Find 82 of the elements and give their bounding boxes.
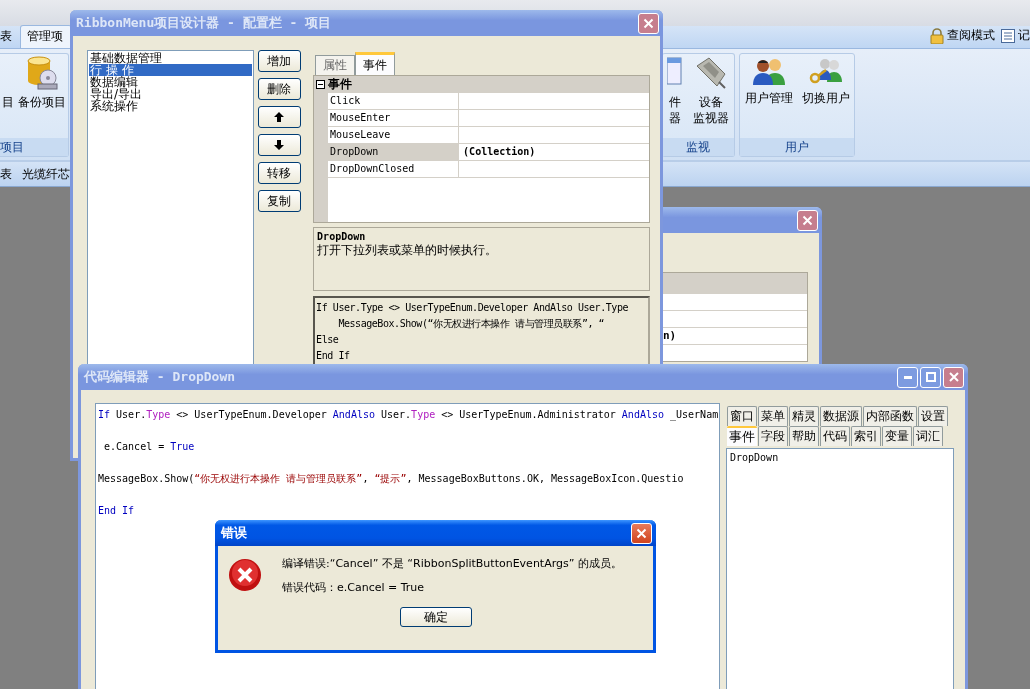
window-title: RibbonMenu项目设计器 - 配置栏 - 项目 bbox=[76, 14, 332, 32]
close-icon bbox=[636, 527, 647, 539]
minimize-icon bbox=[903, 375, 912, 379]
ribbon-button[interactable]: 用户管理 bbox=[743, 56, 794, 106]
tab[interactable]: 事件 bbox=[727, 426, 757, 446]
lock-icon bbox=[930, 27, 944, 44]
close-icon bbox=[643, 17, 654, 29]
button[interactable]: 增加 bbox=[257, 50, 302, 72]
tab[interactable]: 代码 bbox=[820, 426, 850, 446]
ribbon-button[interactable]: 切换用户 bbox=[800, 56, 851, 106]
ribbon-button[interactable]: 设备 监视器 bbox=[692, 56, 730, 126]
button[interactable]: 复制 bbox=[257, 190, 302, 212]
error-code: 错误代码：e.Cancel = True bbox=[282, 580, 426, 595]
property-name[interactable]: MouseEnter bbox=[328, 110, 460, 126]
dialog-title: 错误 bbox=[221, 524, 247, 542]
tab[interactable]: 索引 bbox=[851, 426, 881, 446]
users-key-icon bbox=[808, 56, 843, 86]
tab[interactable]: 设置 bbox=[918, 406, 948, 426]
ribbon-tab[interactable]: 表 bbox=[0, 25, 20, 48]
tab[interactable]: 数据源 bbox=[820, 406, 862, 426]
database-disc-icon bbox=[26, 56, 58, 90]
tab[interactable]: 窗口 bbox=[727, 406, 757, 426]
property-name[interactable]: Click bbox=[328, 93, 460, 109]
move-up-button[interactable] bbox=[257, 106, 302, 128]
down-arrow-icon bbox=[274, 140, 285, 150]
tab[interactable]: 菜单 bbox=[758, 406, 788, 426]
up-arrow-icon bbox=[274, 112, 285, 122]
move-down-button[interactable] bbox=[257, 134, 302, 156]
code-line: MessageBox.Show(“你无权进行本操作 请与管理员联系”, “ bbox=[337, 317, 606, 331]
button[interactable]: 转移 bbox=[257, 162, 302, 184]
code-line: End If bbox=[316, 349, 351, 363]
document-tab[interactable]: 表 bbox=[0, 165, 12, 183]
close-button[interactable] bbox=[631, 522, 652, 544]
code-line: If User.Type <> UserTypeEnum.Developer AndAlso User.Type bbox=[316, 301, 630, 315]
ok-button[interactable]: 确定 bbox=[399, 607, 472, 627]
list-item[interactable]: 数据编辑 bbox=[89, 76, 252, 88]
document-tab[interactable]: 光缆纤芯 bbox=[22, 165, 70, 183]
code-line: End If bbox=[98, 504, 135, 518]
close-icon bbox=[802, 214, 813, 226]
description-text: 打开下拉列表或菜单的时候执行。 bbox=[317, 242, 499, 259]
tab[interactable]: 精灵 bbox=[789, 406, 819, 426]
code-line: Else bbox=[316, 333, 340, 347]
code-line: If User.Type <> UserTypeEnum.Developer AndAlso User.Type <> UserTypeEnum.Administrator AndAlso _UserNam bbox=[98, 408, 719, 423]
ribbon-button[interactable]: 备份项目 bbox=[17, 56, 67, 110]
group-label: 项目 bbox=[0, 138, 68, 156]
list-icon bbox=[1001, 28, 1015, 43]
collapse-icon[interactable] bbox=[316, 80, 326, 89]
header-link[interactable]: 记 bbox=[1001, 27, 1030, 44]
property-name[interactable]: DropDownClosed bbox=[328, 161, 460, 177]
button[interactable]: 删除 bbox=[257, 78, 302, 100]
property-value: (Collection) bbox=[463, 146, 536, 157]
list-item[interactable]: 基础数据管理 bbox=[89, 52, 252, 64]
category-label: 事件 bbox=[328, 76, 353, 93]
users-icon bbox=[751, 56, 786, 86]
tab[interactable]: 字段 bbox=[758, 426, 788, 446]
ribbon-tab[interactable]: 管理项 bbox=[20, 25, 72, 48]
error-message: 编译错误:“Cancel” 不是 “RibbonSplitButtonEventArgs” 的成员。 bbox=[282, 556, 622, 571]
code-line: e.Cancel = True bbox=[103, 440, 195, 454]
tab[interactable]: 变量 bbox=[882, 426, 912, 446]
error-icon bbox=[228, 558, 262, 592]
ribbon-button[interactable]: 目 bbox=[1, 56, 15, 110]
maximize-icon bbox=[925, 372, 936, 382]
header-link[interactable]: 查阅模式 bbox=[930, 27, 995, 44]
list-item[interactable]: 系统操作 bbox=[89, 100, 252, 112]
tab[interactable]: 属性 bbox=[315, 55, 356, 75]
code-line: MessageBox.Show(“你无权进行本操作 请与管理员联系”, “提示”, MessageBoxButtons.OK, MessageBoxIcon.Questio bbox=[98, 472, 684, 486]
close-icon bbox=[948, 372, 959, 382]
grid-cell-text: n) bbox=[662, 329, 677, 342]
window-title: 代码编辑器 - DropDown bbox=[84, 368, 236, 386]
list-item[interactable]: DropDown bbox=[730, 452, 950, 463]
property-name[interactable]: DropDown bbox=[328, 144, 460, 160]
property-name[interactable]: MouseLeave bbox=[328, 127, 460, 143]
group-label: 监视 bbox=[662, 138, 734, 156]
group-label: 用户 bbox=[740, 138, 854, 156]
ribbon-button[interactable]: 件 器 bbox=[666, 56, 684, 126]
tab[interactable]: 事件 bbox=[355, 52, 396, 75]
tab[interactable]: 帮助 bbox=[789, 426, 819, 446]
tab[interactable]: 内部函数 bbox=[863, 406, 917, 426]
list-item[interactable]: 行 操 作 bbox=[89, 64, 252, 76]
description-title: DropDown bbox=[317, 231, 367, 242]
tab[interactable]: 词汇 bbox=[913, 426, 943, 446]
list-item[interactable]: 导出/导出 bbox=[89, 88, 252, 100]
